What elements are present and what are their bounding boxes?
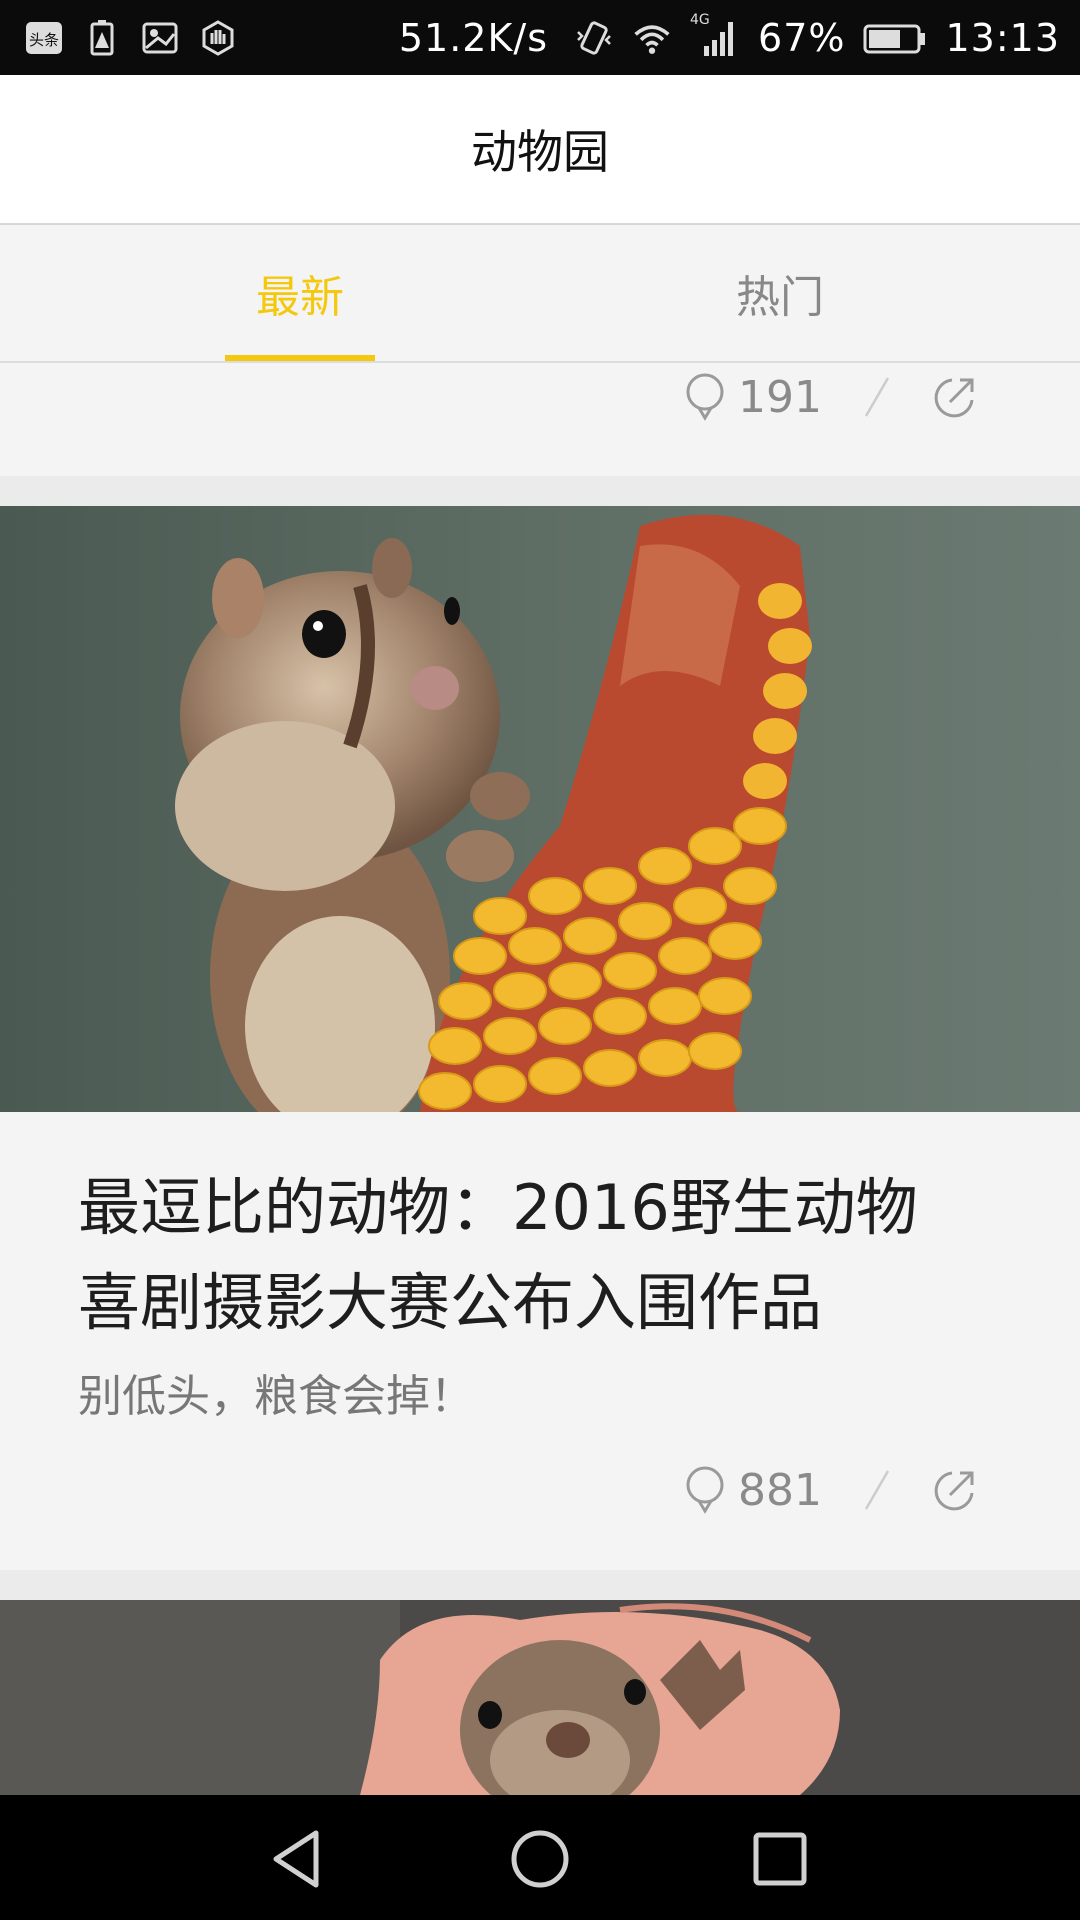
clock: 13:13	[945, 15, 1060, 60]
comment-count: 191	[738, 371, 822, 423]
comment-count: 881	[738, 1464, 822, 1516]
card-separator	[0, 1570, 1080, 1600]
separator-slash	[864, 1470, 890, 1510]
home-icon[interactable]	[504, 1823, 576, 1895]
card-separator	[0, 476, 1080, 506]
article-title[interactable]: 最逗比的动物：2016野生动物喜剧摄影大赛公布入围作品	[78, 1160, 978, 1350]
net-speed: 51.2K/s	[398, 15, 549, 60]
svg-text:头条: 头条	[29, 31, 59, 49]
share-icon[interactable]	[932, 1467, 978, 1513]
tab-hot[interactable]: 热门	[630, 225, 930, 361]
status-bar-left: 头条	[24, 18, 238, 58]
comment-icon[interactable]	[682, 1465, 728, 1515]
battery-percent: 67%	[758, 15, 846, 60]
toutiao-app-icon: 头条	[24, 18, 64, 58]
battery-icon	[863, 18, 927, 58]
title-bar: 动物园	[0, 75, 1080, 225]
comment-icon[interactable]	[682, 372, 728, 422]
hand-icon	[198, 18, 238, 58]
tab-latest[interactable]: 最新	[150, 225, 450, 361]
signal-icon: 4G	[690, 12, 740, 58]
squirrel-in-hand-photo[interactable]	[0, 1600, 1080, 1795]
tab-bar: 最新 热门	[0, 225, 1080, 363]
status-bar: 头条 51.2K/s 4G 67% 13:13	[0, 0, 1080, 75]
vibrate-icon	[574, 18, 614, 58]
wifi-icon	[632, 18, 672, 58]
network-type: 4G	[690, 11, 710, 28]
status-bar-right: 51.2K/s 4G 67% 13:13	[398, 12, 1060, 60]
recent-apps-icon[interactable]	[744, 1823, 816, 1895]
card-0-actions: 191	[0, 352, 1080, 442]
back-icon[interactable]	[262, 1823, 334, 1895]
article-subtitle: 别低头，粮食会掉！	[78, 1371, 474, 1422]
navigation-bar	[0, 1795, 1080, 1920]
share-icon[interactable]	[932, 374, 978, 420]
separator-slash	[864, 377, 890, 417]
chipmunk-with-corn-photo[interactable]	[0, 506, 1080, 1112]
page-title: 动物园	[471, 125, 609, 179]
image-icon	[140, 18, 180, 58]
battery-warning-icon	[82, 18, 122, 58]
card-1-actions: 881	[0, 1445, 1080, 1535]
